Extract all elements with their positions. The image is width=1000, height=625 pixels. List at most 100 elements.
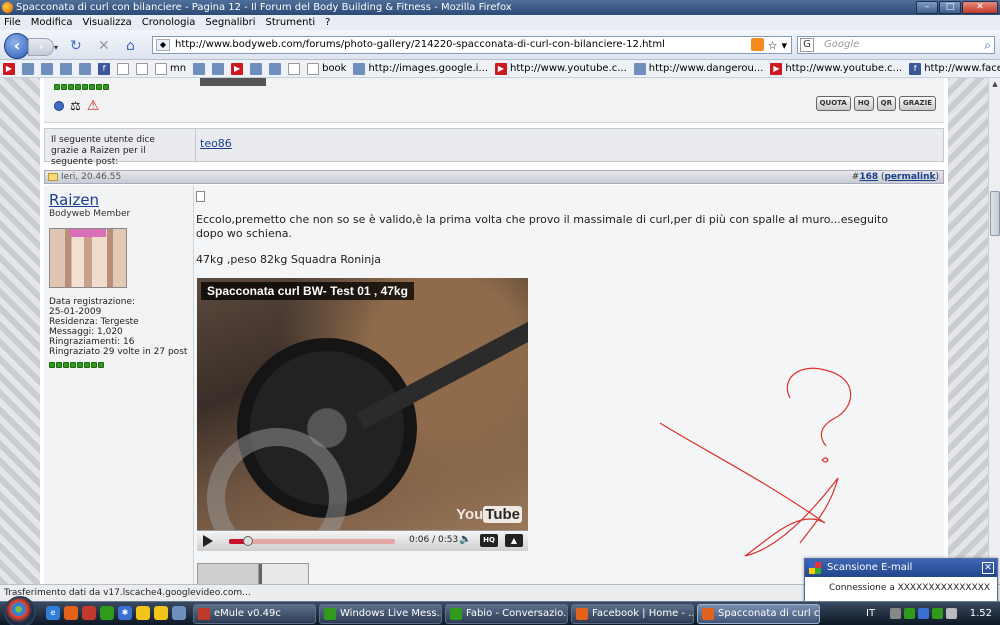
home-icon[interactable]: ⌂: [126, 38, 135, 54]
video-frame[interactable]: Spacconata curl BW- Test 01 , 47kg You Tu…: [197, 278, 528, 551]
tray-messenger-icon[interactable]: [904, 608, 915, 619]
site-identity-icon[interactable]: ◆: [156, 39, 170, 51]
language-indicator[interactable]: IT: [866, 602, 875, 625]
bookmark-item[interactable]: [212, 62, 225, 75]
bookmark-label: http://www.dangerou...: [648, 63, 764, 74]
ie-icon[interactable]: e: [46, 606, 60, 620]
thanks-user-link[interactable]: teo86: [200, 137, 232, 150]
rss-feed-icon[interactable]: [750, 38, 764, 51]
email-scan-notification[interactable]: Scansione E-mail ✕ Connessione a XXXXXXX…: [804, 558, 998, 602]
notification-close-icon[interactable]: ✕: [982, 562, 994, 574]
scroll-up-icon[interactable]: ▲: [990, 78, 1000, 90]
volume-icon[interactable]: 🔈: [459, 534, 471, 545]
bookmark-item[interactable]: [136, 62, 148, 75]
tray-arrow-icon[interactable]: [890, 608, 901, 619]
search-input[interactable]: G Google ⌕: [797, 36, 995, 54]
avatar[interactable]: [49, 228, 127, 288]
video-scrubber-handle[interactable]: [242, 536, 253, 546]
menu-segnalibri[interactable]: Segnalibri: [205, 15, 255, 30]
taskbar-task[interactable]: Facebook | Home - ...: [571, 604, 694, 624]
taskbar-task[interactable]: Windows Live Mess...: [319, 604, 442, 624]
maximize-button[interactable]: □: [939, 1, 961, 14]
taskbar-task[interactable]: eMule v0.49c: [193, 604, 316, 624]
bookmark-item[interactable]: [250, 62, 263, 75]
start-button[interactable]: [4, 596, 36, 625]
forward-button[interactable]: ›: [28, 38, 54, 56]
messenger-icon[interactable]: [100, 606, 114, 620]
folder-icon[interactable]: [136, 606, 150, 620]
bookmark-star-icon[interactable]: ☆: [768, 38, 778, 54]
bookmark-item[interactable]: [117, 62, 129, 75]
google-engine-icon[interactable]: G: [800, 38, 814, 52]
menu-cronologia[interactable]: Cronologia: [142, 15, 196, 30]
menu-help[interactable]: ?: [325, 15, 330, 30]
close-button[interactable]: ✕: [962, 1, 998, 14]
bookmark-label: book: [322, 63, 347, 74]
bookmark-item[interactable]: [41, 62, 53, 75]
video-title[interactable]: Spacconata curl BW- Test 01 , 47kg: [201, 282, 414, 300]
desktop-icon[interactable]: [172, 606, 186, 620]
bookmark-item[interactable]: [288, 62, 301, 75]
video-progress-bar[interactable]: [229, 536, 395, 546]
media-icon[interactable]: [82, 606, 96, 620]
bookmark-item[interactable]: [269, 62, 282, 75]
search-icon[interactable]: ⌕: [984, 37, 991, 53]
bookmark-item[interactable]: fhttp://www.facebook....: [909, 62, 1000, 75]
quick-reply-button[interactable]: QR: [876, 96, 896, 111]
menu-strumenti[interactable]: Strumenti: [266, 15, 316, 30]
post-body: Raizen Bodyweb Member Data registrazione…: [44, 185, 944, 584]
post-number-link[interactable]: 168: [859, 172, 878, 182]
bookmark-item[interactable]: ▶ http://www.youtube.c...: [495, 62, 627, 75]
fullscreen-icon[interactable]: ▲: [505, 534, 523, 547]
reload-icon[interactable]: ↻: [70, 38, 82, 54]
tray-antivirus-icon[interactable]: [932, 608, 943, 619]
bookmark-item[interactable]: ▶ http://www.youtube.c...: [770, 62, 902, 75]
stop-icon[interactable]: ✕: [98, 38, 110, 54]
bookmark-item[interactable]: ▶: [3, 62, 15, 75]
firefox-launch-icon[interactable]: [64, 606, 78, 620]
url-dropdown-icon[interactable]: ▾: [781, 38, 787, 54]
clock[interactable]: 1.52: [970, 602, 992, 625]
bookmark-item[interactable]: [193, 62, 206, 75]
bookmark-item[interactable]: http://images.google.i...: [353, 62, 488, 75]
username-link[interactable]: Raizen: [49, 191, 99, 209]
bookmark-item[interactable]: [79, 62, 91, 75]
taskbar-task[interactable]: Spacconata di curl c...: [697, 604, 820, 624]
bookmark-item[interactable]: http://www.dangerou...: [633, 62, 764, 75]
play-icon[interactable]: [203, 535, 213, 547]
history-dropdown-icon[interactable]: ▾: [54, 43, 58, 52]
back-button[interactable]: ‹: [4, 33, 30, 59]
menu-visualizza[interactable]: Visualizza: [83, 15, 132, 30]
tray-network-icon[interactable]: [918, 608, 929, 619]
next-image-thumbnail[interactable]: [197, 563, 309, 584]
bookmark-item[interactable]: ▶: [231, 62, 244, 75]
quote-button[interactable]: QUOTA: [815, 96, 851, 111]
bookmark-item[interactable]: [22, 62, 34, 75]
bluetooth-icon[interactable]: ✱: [118, 606, 132, 620]
notes-icon[interactable]: [154, 606, 168, 620]
reputation-pip: [56, 362, 62, 368]
scrollbar-thumb[interactable]: [990, 191, 1000, 236]
tray-volume-icon[interactable]: [946, 608, 957, 619]
minimize-button[interactable]: –: [916, 1, 938, 14]
url-bar[interactable]: ◆ http://www.bodyweb.com/forums/photo-ga…: [152, 36, 792, 54]
bookmark-item[interactable]: [60, 62, 72, 75]
report-post-icon[interactable]: ⚠: [87, 99, 100, 113]
video-hq-button[interactable]: HQ: [480, 534, 498, 547]
menu-file[interactable]: File: [4, 15, 21, 30]
reputation-icon[interactable]: ⚖: [70, 99, 81, 113]
firefox-icon: [2, 2, 13, 13]
bookmark-icon: [250, 62, 263, 75]
vertical-scrollbar[interactable]: ▲ ▼: [988, 78, 1000, 584]
bookmark-item[interactable]: mn: [155, 62, 186, 75]
taskbar-task[interactable]: Fabio - Conversazio...: [445, 604, 568, 624]
bookmark-item[interactable]: f: [98, 62, 110, 75]
permalink-link[interactable]: permalink: [884, 172, 935, 182]
hq-button[interactable]: HQ: [853, 96, 874, 111]
forum-thread: ⚖ ⚠ QUOTA HQ QR GRAZIE Il seguente utent…: [40, 78, 948, 584]
bookmark-item[interactable]: book: [307, 62, 347, 75]
thanks-button[interactable]: GRAZIE: [898, 96, 936, 111]
youtube-video-player[interactable]: Spacconata curl BW- Test 01 , 47kg You Tu…: [197, 278, 528, 551]
youtube-logo[interactable]: You Tube: [456, 506, 522, 523]
menu-modifica[interactable]: Modifica: [31, 15, 73, 30]
